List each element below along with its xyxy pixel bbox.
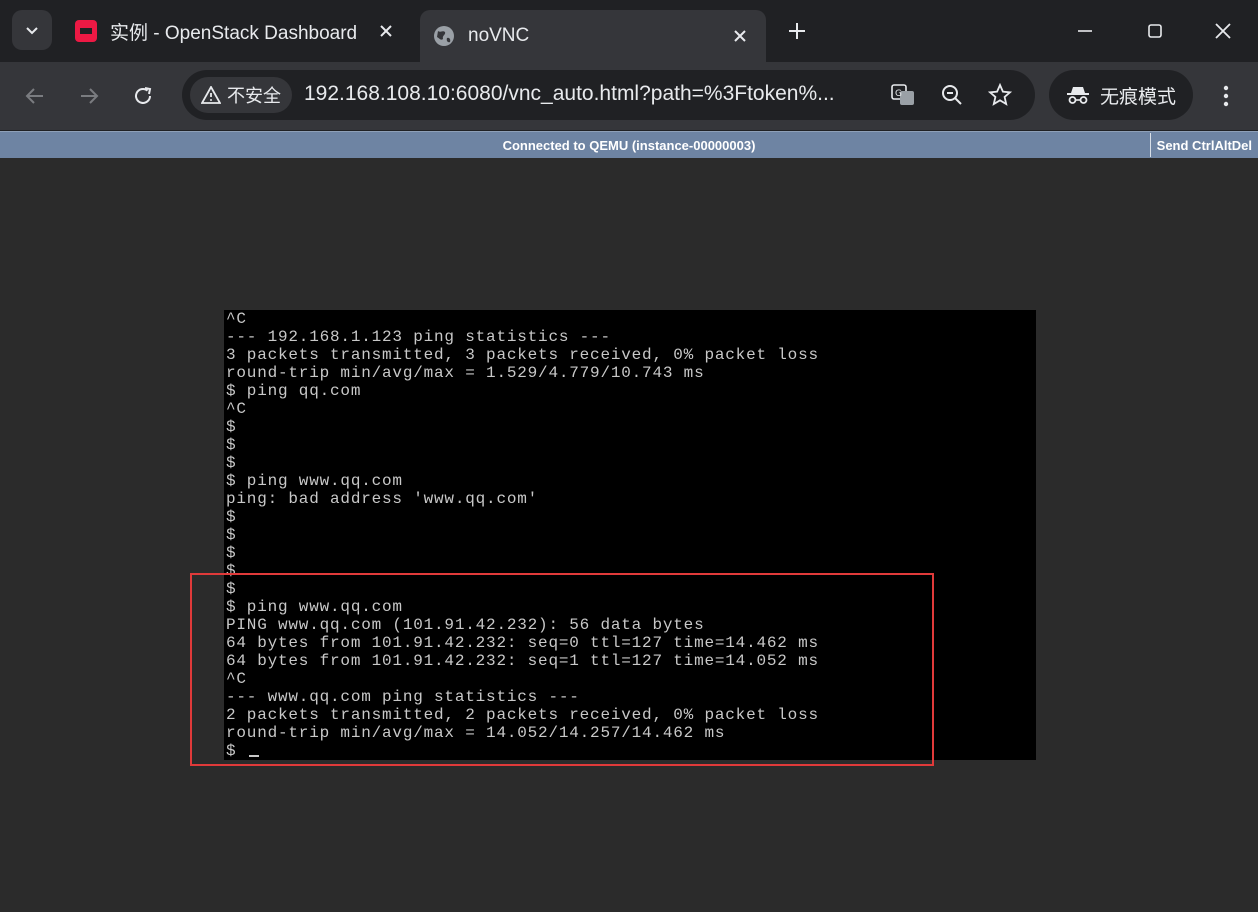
- console-line: $ ping www.qq.com: [226, 598, 403, 616]
- console-line: ^C: [226, 310, 247, 328]
- close-icon: [1215, 23, 1231, 39]
- incognito-label: 无痕模式: [1099, 86, 1176, 108]
- console-line: $ ping www.qq.com: [226, 472, 403, 490]
- vnc-connection-status: Connected to QEMU (instance-00000003): [502, 138, 756, 153]
- text-cursor: [248, 755, 259, 757]
- tab-title: noVNC: [468, 25, 530, 46]
- console-line: $: [226, 562, 237, 580]
- close-icon[interactable]: [372, 17, 400, 45]
- incognito-indicator[interactable]: 无痕模式: [1049, 70, 1193, 120]
- send-ctrlaltdel-button[interactable]: Send CtrlAltDel: [1149, 133, 1258, 157]
- console-line: $: [226, 508, 237, 526]
- security-chip[interactable]: 不安全: [190, 77, 292, 113]
- vnc-viewport[interactable]: ^C --- 192.168.1.123 ping statistics --- 3…: [0, 158, 1258, 912]
- console-line: $: [226, 742, 259, 760]
- tab-strip: 实例 - OpenStack Dashboard noVNC: [0, 0, 1258, 62]
- console-line: $: [226, 436, 237, 454]
- console-line: $: [226, 580, 237, 598]
- console-line: $ ping qq.com: [226, 382, 362, 400]
- arrow-left-icon: [25, 88, 43, 104]
- bookmark-star-icon[interactable]: [985, 80, 1015, 110]
- globe-icon: [432, 24, 456, 48]
- translate-icon[interactable]: G: [888, 80, 918, 110]
- console-line: ^C: [226, 670, 247, 688]
- console-line: $: [226, 454, 237, 472]
- vm-console-screen[interactable]: ^C --- 192.168.1.123 ping statistics --- 3…: [224, 310, 1036, 760]
- url-text[interactable]: 192.168.108.10:6080/vnc_auto.html?path=%…: [304, 82, 884, 106]
- console-line: 2 packets transmitted, 2 packets receive…: [226, 706, 819, 724]
- console-line: PING www.qq.com (101.91.42.232): 56 data…: [226, 616, 705, 634]
- maximize-icon: [1148, 24, 1162, 38]
- console-line: round-trip min/avg/max = 14.052/14.257/1…: [226, 724, 726, 742]
- console-line: ^C: [226, 400, 247, 418]
- forward-button[interactable]: [69, 76, 109, 116]
- tab-search-button[interactable]: [12, 10, 52, 50]
- tab-novnc[interactable]: noVNC: [420, 10, 766, 62]
- more-vertical-icon: [1223, 85, 1229, 107]
- warning-icon: [201, 86, 221, 104]
- minimize-button[interactable]: [1062, 10, 1108, 52]
- chevron-down-icon: [26, 27, 38, 35]
- console-line: 3 packets transmitted, 3 packets receive…: [226, 346, 819, 364]
- console-line: $: [226, 526, 237, 544]
- close-window-button[interactable]: [1200, 10, 1246, 52]
- arrow-right-icon: [81, 88, 99, 104]
- browser-menu-button[interactable]: [1208, 76, 1244, 116]
- console-line: $: [226, 544, 237, 562]
- tab-openstack[interactable]: 实例 - OpenStack Dashboard: [62, 10, 412, 52]
- console-line: 64 bytes from 101.91.42.232: seq=0 ttl=1…: [226, 634, 819, 652]
- address-bar[interactable]: 不安全 192.168.108.10:6080/vnc_auto.html?pa…: [182, 70, 1035, 120]
- browser-toolbar: 不安全 192.168.108.10:6080/vnc_auto.html?pa…: [0, 62, 1258, 130]
- console-line: round-trip min/avg/max = 1.529/4.779/10.…: [226, 364, 705, 382]
- reload-icon: [135, 87, 152, 104]
- reload-button[interactable]: [123, 76, 163, 116]
- console-line: $: [226, 418, 237, 436]
- close-icon[interactable]: [726, 22, 754, 50]
- security-label: 不安全: [227, 86, 281, 106]
- incognito-icon: [1066, 85, 1090, 105]
- console-line: 64 bytes from 101.91.42.232: seq=1 ttl=1…: [226, 652, 819, 670]
- svg-text:G: G: [895, 89, 902, 99]
- back-button[interactable]: [15, 76, 55, 116]
- zoom-icon[interactable]: [937, 80, 967, 110]
- minimize-icon: [1078, 30, 1092, 32]
- browser-window: 实例 - OpenStack Dashboard noVNC 不安全 192.1…: [0, 0, 1258, 912]
- maximize-button[interactable]: [1132, 10, 1178, 52]
- openstack-icon: [74, 19, 98, 43]
- console-line: ping: bad address 'www.qq.com': [226, 490, 539, 508]
- console-line: --- www.qq.com ping statistics ---: [226, 688, 580, 706]
- plus-icon: [789, 23, 805, 39]
- novnc-status-bar: Connected to QEMU (instance-00000003) Se…: [0, 131, 1258, 158]
- console-line: --- 192.168.1.123 ping statistics ---: [226, 328, 611, 346]
- new-tab-button[interactable]: [780, 14, 814, 48]
- tab-title: 实例 - OpenStack Dashboard: [110, 22, 358, 44]
